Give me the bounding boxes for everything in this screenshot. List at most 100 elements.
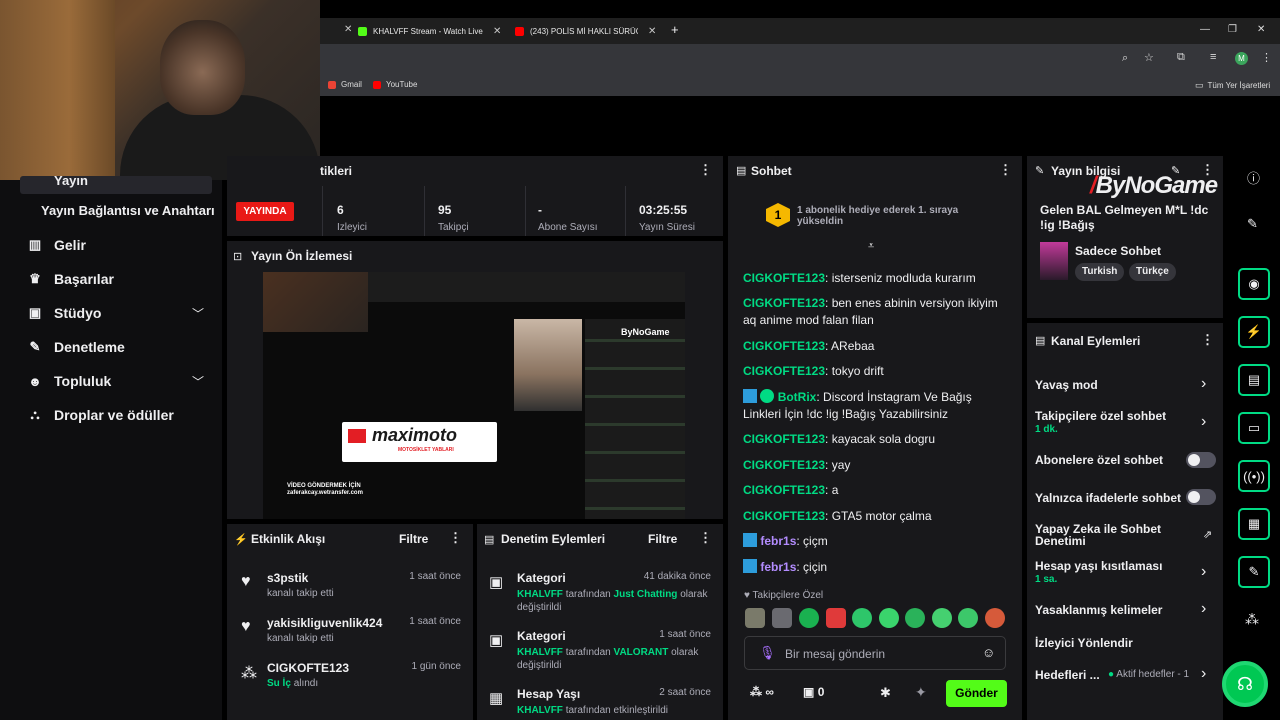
emote[interactable] — [745, 608, 765, 628]
chat-input[interactable]: 🎙 Bir mesaj gönderin ☺ — [744, 636, 1006, 670]
kebab-icon[interactable]: ⋮ — [999, 162, 1012, 178]
subscribers-only-toggle[interactable] — [1186, 452, 1216, 468]
quick-action-button[interactable]: ⚡ — [1238, 316, 1270, 348]
goals-label[interactable]: Hedefleri ... — [1035, 668, 1100, 682]
bookmark-gmail[interactable]: Gmail — [328, 80, 362, 89]
kebab-icon[interactable]: ⋮ — [449, 530, 462, 546]
tag[interactable]: Türkçe — [1129, 263, 1176, 281]
sidebar-item-stream-key[interactable]: Yayın Bağlantısı ve Anahtarı — [41, 203, 215, 218]
banned-words-label[interactable]: Yasaklanmış kelimeler — [1035, 603, 1162, 617]
close-tab-icon[interactable]: ✕ — [493, 26, 501, 37]
tag[interactable]: Turkish — [1075, 263, 1125, 281]
star-icon[interactable]: ☆ — [1144, 51, 1154, 64]
extensions-icon[interactable]: ⧉ — [1177, 51, 1185, 64]
emote[interactable] — [852, 608, 872, 628]
microphone-icon[interactable]: 🎙 — [759, 645, 776, 661]
close-tab-icon[interactable]: ✕ — [344, 24, 352, 35]
activity-filter-button[interactable]: Filtre — [399, 532, 428, 546]
heart-icon: ♥ — [241, 618, 251, 635]
sidebar-item-yayin[interactable]: Yayın — [20, 176, 212, 194]
emote[interactable] — [799, 608, 819, 628]
restore-icon[interactable]: ❐ — [1228, 24, 1237, 35]
modlog-filter-button[interactable]: Filtre — [648, 532, 677, 546]
drops-icon: ⛬ — [30, 407, 40, 422]
duration-label: Yayın Süresi — [639, 222, 695, 233]
emotes-only-label: Yalnızca ifadelerle sohbet — [1035, 491, 1182, 505]
followers-value: 95 — [438, 203, 452, 217]
youtube-icon — [515, 26, 524, 36]
chat-button[interactable]: ▭ — [1238, 412, 1270, 444]
emoji-icon[interactable]: ☺ — [982, 645, 995, 660]
send-button[interactable]: Gönder — [946, 680, 1007, 707]
zoom-icon[interactable]: ⌕ — [1122, 52, 1128, 65]
broadcast-button[interactable]: ((•)) — [1238, 460, 1270, 492]
sidebar-item-droplar[interactable]: ⛬ Droplar ve ödüller — [27, 407, 173, 423]
event-user[interactable]: CIGKOFTE123 — [267, 661, 349, 675]
chevron-down-icon[interactable]: ﹀ — [192, 373, 204, 390]
minimize-icon[interactable]: — — [1200, 24, 1210, 35]
category-thumbnail[interactable] — [1040, 242, 1068, 280]
collapse-icon[interactable]: ⩡ — [868, 240, 874, 253]
emote[interactable] — [958, 608, 978, 628]
all-bookmarks[interactable]: ▭ Tüm Yer İşaretleri — [1195, 80, 1270, 91]
layout-button[interactable]: ▦ — [1238, 508, 1270, 540]
moderator-badge-icon — [743, 533, 757, 547]
profile-avatar[interactable]: M — [1235, 52, 1248, 65]
support-button[interactable]: ☊ — [1222, 661, 1268, 707]
tools-button[interactable]: ✎ — [1238, 556, 1270, 588]
kebab-icon[interactable]: ⋮ — [699, 162, 712, 178]
category-name[interactable]: Sadece Sohbet — [1075, 244, 1161, 258]
sidebar-item-basarilar[interactable]: ♛ Başarılar — [27, 271, 114, 287]
edit-icon[interactable]: ✎ — [1247, 216, 1258, 232]
chevron-right-icon[interactable]: › — [1201, 665, 1206, 683]
bookmark-youtube[interactable]: YouTube — [373, 80, 417, 89]
ai-moderation-label[interactable]: Yapay Zeka ile Sohbet Denetimi — [1035, 523, 1185, 547]
sidebar-item-denetleme[interactable]: ✎ Denetleme — [27, 339, 125, 355]
tab-youtube[interactable]: (243) POLİS Mİ HAKLI SÜRÜCÜ ✕ — [515, 18, 656, 44]
kebab-icon[interactable]: ⋮ — [1201, 332, 1214, 348]
media-icon[interactable]: ≡ — [1210, 51, 1216, 63]
emote[interactable] — [905, 608, 925, 628]
info-icon[interactable]: ⓘ — [1247, 168, 1260, 187]
tab-khalvff[interactable]: KHALVFF Stream - Watch Live o ✕ — [358, 18, 501, 44]
menu-icon[interactable]: ⋮ — [1261, 51, 1272, 64]
chevron-right-icon[interactable]: › — [1201, 563, 1206, 581]
sidebar-item-studyo[interactable]: ▣ Stüdyo — [27, 305, 102, 321]
points-icon[interactable]: ⁂ — [1245, 611, 1259, 628]
chevron-right-icon[interactable]: › — [1201, 375, 1206, 393]
sidebar-item-topluluk[interactable]: ☻ Topluluk — [27, 373, 111, 389]
points-infinity[interactable]: ⁂ ∞ — [750, 685, 774, 699]
chevron-right-icon[interactable]: › — [1201, 600, 1206, 618]
emotes-only-toggle[interactable] — [1186, 489, 1216, 505]
gift-points[interactable]: ▣ 0 — [803, 685, 824, 699]
emote[interactable] — [932, 608, 952, 628]
emote[interactable] — [772, 608, 792, 628]
slow-mode-label[interactable]: Yavaş mod — [1035, 378, 1098, 392]
mod-action-title: Kategori — [517, 629, 566, 643]
emote[interactable] — [985, 608, 1005, 628]
emote[interactable] — [826, 608, 846, 628]
notes-button[interactable]: ▤ — [1238, 364, 1270, 396]
emote[interactable] — [879, 608, 899, 628]
external-link-icon[interactable]: ⇗ — [1203, 528, 1212, 541]
event-desc: kanalı takip etti — [267, 633, 334, 644]
event-time: 1 saat önce — [409, 616, 461, 627]
window-close-icon[interactable]: ✕ — [1257, 24, 1265, 35]
mod-action-desc: KHALVFF tarafından Just Chatting olarak … — [517, 589, 708, 613]
event-time: 1 saat önce — [409, 571, 461, 582]
sidebar-item-gelir[interactable]: ▥ Gelir — [27, 237, 86, 253]
host-label[interactable]: İzleyici Yönlendir — [1035, 636, 1133, 650]
event-user[interactable]: s3pstik — [267, 571, 308, 585]
chevron-right-icon[interactable]: › — [1201, 413, 1206, 431]
kebab-icon[interactable]: ⋮ — [699, 530, 712, 546]
puzzle-icon[interactable]: ✦ — [915, 684, 927, 701]
settings-icon[interactable]: ✱ — [880, 685, 891, 701]
followers-only-chat-label[interactable]: Takipçilere özel sohbet — [1035, 409, 1166, 423]
new-tab-button[interactable]: + — [671, 22, 679, 37]
account-age-label[interactable]: Hesap yaşı kısıtlaması — [1035, 559, 1162, 573]
clip-button[interactable]: ◉ — [1238, 268, 1270, 300]
chevron-down-icon[interactable]: ﹀ — [192, 305, 204, 322]
preview-video[interactable]: ByNoGame maximoto MOTOSİKLET YABLARI VİD… — [263, 272, 685, 519]
close-tab-icon[interactable]: ✕ — [648, 26, 656, 37]
event-user[interactable]: yakisikliguvenlik424 — [267, 616, 382, 630]
